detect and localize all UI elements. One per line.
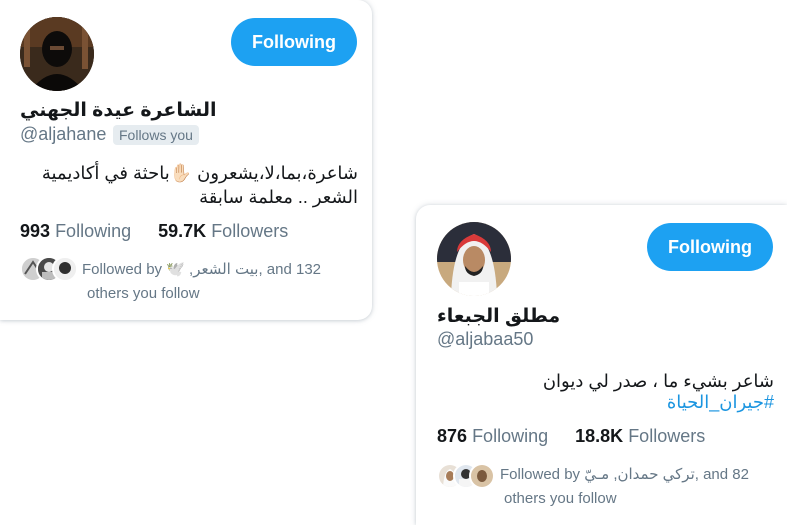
- followers-label: Followers: [628, 426, 706, 446]
- avatar[interactable]: [20, 17, 94, 91]
- followed-by-text[interactable]: Followed by 🕊️ ,بيت الشعر, and 132 other…: [82, 258, 362, 306]
- following-count: 993: [20, 221, 51, 241]
- followed-by-line-2: others you follow: [87, 285, 200, 302]
- bio-hashtag-link[interactable]: #جيران_الحياة: [437, 391, 774, 413]
- bio-line-1: شاعر بشيء ما ، صدر لي ديوان: [542, 371, 774, 391]
- display-name[interactable]: مطلق الجبعاء: [437, 305, 560, 328]
- followed-by-line-1: Followed by تركي حمدان, مـيّ, and 82: [500, 466, 749, 483]
- followers-label: Followers: [211, 221, 289, 241]
- followers-count: 18.8K: [575, 426, 624, 446]
- followers-stat[interactable]: 59.7K Followers: [158, 221, 288, 242]
- following-button[interactable]: Following: [231, 18, 357, 66]
- follower-avatar: [469, 463, 495, 489]
- bio-line-1: شاعرة،بما،لا،يشعرون ✋🏻باحثة في أكاديمية: [41, 163, 358, 183]
- display-name[interactable]: الشاعرة عيدة الجهني: [20, 99, 216, 122]
- bio-line-2: الشعر .. معلمة سابقة: [199, 187, 358, 207]
- followed-by-text[interactable]: Followed by تركي حمدان, مـيّ, and 82 oth…: [500, 463, 780, 511]
- followers-stat[interactable]: 18.8K Followers: [575, 426, 705, 447]
- followed-by-line-2: others you follow: [504, 490, 617, 507]
- profile-hover-card-aljahane: Following الشاعرة عيدة الجهني @aljahane …: [0, 0, 372, 320]
- follower-avatar: [52, 256, 78, 282]
- followers-count: 59.7K: [158, 221, 207, 241]
- followed-by-avatars[interactable]: [20, 256, 78, 282]
- following-label: Following: [472, 426, 549, 446]
- handle[interactable]: @aljabaa50: [437, 329, 533, 350]
- followed-by-avatars[interactable]: [437, 463, 495, 489]
- following-count: 876: [437, 426, 468, 446]
- follows-you-badge: Follows you: [113, 125, 199, 145]
- profile-hover-card-aljabaa50: Following مطلق الجبعاء @aljabaa50 شاعر ب…: [416, 205, 787, 525]
- following-label: Following: [55, 221, 132, 241]
- handle[interactable]: @aljahane: [20, 124, 106, 145]
- avatar[interactable]: [437, 222, 511, 296]
- following-stat[interactable]: 876 Following: [437, 426, 548, 447]
- following-button[interactable]: Following: [647, 223, 773, 271]
- stats-row: 993 Following 59.7K Followers: [20, 221, 288, 242]
- followed-by-line-1: Followed by 🕊️ ,بيت الشعر, and 132: [82, 261, 322, 278]
- following-stat[interactable]: 993 Following: [20, 221, 131, 242]
- stats-row: 876 Following 18.8K Followers: [437, 426, 705, 447]
